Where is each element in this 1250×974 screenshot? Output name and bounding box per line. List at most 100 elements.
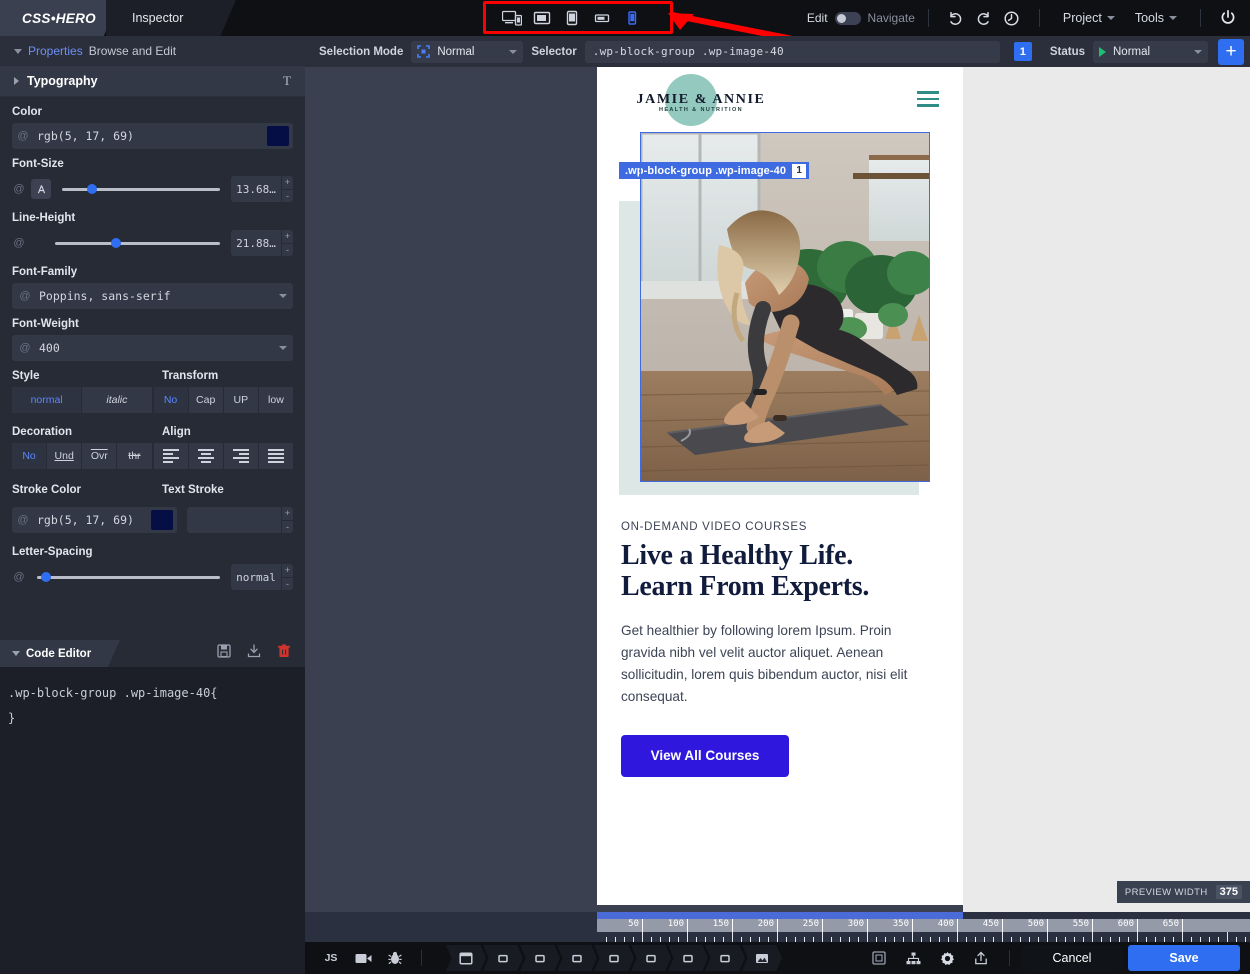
letter-spacing-stepper[interactable]: normal + - [231, 564, 293, 590]
color-input-row[interactable]: @ rgb(5, 17, 69) [12, 123, 293, 149]
spin-down-button[interactable]: - [281, 189, 293, 202]
text-stroke-spin-buttons[interactable]: + - [281, 507, 293, 533]
color-swatch[interactable] [267, 126, 289, 146]
js-console-button[interactable]: JS [315, 945, 347, 971]
align-option-left[interactable] [153, 443, 189, 469]
site-menu-button[interactable] [917, 91, 939, 111]
device-tablet-portrait-button[interactable] [558, 5, 586, 31]
tab-inspector[interactable]: Inspector [106, 0, 236, 36]
code-import-button[interactable] [247, 644, 261, 663]
line-height-slider[interactable] [55, 238, 220, 248]
state-at-icon[interactable]: @ [18, 342, 32, 354]
ruler-active-range[interactable] [597, 912, 963, 919]
hero-image[interactable] [641, 133, 929, 481]
dom-breadcrumb-item[interactable] [742, 945, 782, 971]
device-tablet-landscape-button[interactable] [528, 5, 556, 31]
spin-down-button[interactable]: - [281, 577, 293, 590]
font-size-unit-button[interactable] [31, 179, 51, 199]
align-option-justify[interactable] [258, 443, 293, 469]
spin-up-button[interactable]: + [281, 176, 293, 190]
save-button[interactable]: Save [1128, 945, 1240, 971]
font-size-spin-buttons[interactable]: + - [281, 176, 293, 202]
spin-down-button[interactable]: - [281, 243, 293, 256]
transform-option-lowercase[interactable]: low [258, 387, 293, 413]
slider-knob[interactable] [40, 572, 51, 582]
style-option-italic[interactable]: italic [82, 387, 152, 413]
state-at-icon[interactable]: @ [12, 571, 26, 583]
transform-option-none[interactable]: No [153, 387, 189, 413]
spin-up-button[interactable]: + [281, 564, 293, 578]
code-editor-tab[interactable]: Code Editor [0, 640, 120, 667]
stroke-color-swatch[interactable] [151, 510, 173, 530]
stroke-color-input-row[interactable]: @ rgb(5, 17, 69) [12, 507, 177, 533]
site-logo[interactable]: JAMIE & ANNIE HEALTH & NUTRITION [621, 74, 781, 126]
add-rule-button[interactable]: + [1218, 38, 1244, 65]
style-option-normal[interactable]: normal [12, 387, 83, 413]
status-dropdown[interactable]: Normal [1093, 40, 1208, 63]
align-option-center[interactable] [188, 443, 224, 469]
dom-breadcrumb-item[interactable] [594, 945, 634, 971]
state-at-icon[interactable]: @ [16, 130, 30, 142]
slider-knob[interactable] [87, 184, 98, 194]
font-family-dropdown[interactable]: @ Poppins, sans-serif [12, 283, 293, 309]
text-stroke-value[interactable] [187, 507, 281, 533]
selection-mode-dropdown[interactable]: Normal [411, 40, 524, 63]
device-mobile-portrait-button[interactable] [618, 5, 646, 31]
device-desktop-button[interactable] [498, 5, 526, 31]
responsive-width-ruler[interactable]: 50 100 150 200 250 300 350 400 450 500 550 600 650 [305, 912, 1250, 942]
properties-breadcrumb[interactable]: Properties Browse and Edit [0, 36, 305, 66]
video-button[interactable] [347, 945, 379, 971]
letter-spacing-slider[interactable] [37, 572, 220, 582]
sitemap-button[interactable] [897, 945, 929, 971]
view-all-courses-button[interactable]: View All Courses [621, 734, 789, 777]
selector-input[interactable]: .wp-block-group .wp-image-40 [584, 40, 1000, 63]
letter-spacing-spin-buttons[interactable]: + - [281, 564, 293, 590]
code-save-button[interactable] [217, 644, 231, 663]
dom-breadcrumb-item[interactable] [520, 945, 560, 971]
bug-report-button[interactable] [379, 945, 411, 971]
line-height-stepper[interactable]: 21.88… + - [231, 230, 293, 256]
spin-up-button[interactable]: + [281, 507, 293, 521]
align-option-right[interactable] [223, 443, 259, 469]
dom-breadcrumb-item[interactable] [483, 945, 523, 971]
code-delete-button[interactable] [277, 644, 291, 663]
decoration-option-overline[interactable]: Ovr [82, 443, 118, 469]
dom-breadcrumb-item[interactable] [631, 945, 671, 971]
spin-down-button[interactable]: - [281, 520, 293, 533]
export-button[interactable] [965, 945, 997, 971]
cancel-button[interactable]: Cancel [1022, 945, 1122, 971]
slider-knob[interactable] [111, 238, 122, 248]
decoration-option-linethrough[interactable]: thr [117, 443, 152, 469]
text-stroke-stepper[interactable]: + - [187, 507, 293, 533]
ruler-track[interactable] [597, 919, 1250, 932]
undo-button[interactable] [942, 4, 970, 32]
device-mobile-landscape-button[interactable] [588, 5, 616, 31]
project-menu[interactable]: Project [1063, 11, 1115, 25]
decoration-option-underline[interactable]: Und [47, 443, 83, 469]
redo-button[interactable] [970, 4, 998, 32]
transform-option-uppercase[interactable]: UP [223, 387, 259, 413]
typography-section-header[interactable]: Typography T [0, 66, 305, 97]
dom-breadcrumb-item[interactable] [668, 945, 708, 971]
line-height-value[interactable]: 21.88… [231, 230, 281, 256]
edit-navigate-toggle[interactable] [834, 11, 861, 25]
state-at-icon[interactable]: @ [12, 237, 26, 249]
font-size-value[interactable]: 13.68… [231, 176, 281, 202]
font-size-stepper[interactable]: 13.68… + - [231, 176, 293, 202]
state-at-icon[interactable]: @ [16, 514, 30, 526]
power-button[interactable] [1214, 4, 1242, 32]
dom-breadcrumb-item[interactable] [705, 945, 745, 971]
tools-menu[interactable]: Tools [1135, 11, 1177, 25]
line-height-spin-buttons[interactable]: + - [281, 230, 293, 256]
dom-breadcrumb-item[interactable] [446, 945, 486, 971]
decoration-option-none[interactable]: No [12, 443, 48, 469]
settings-button[interactable] [931, 945, 963, 971]
transform-option-capitalize[interactable]: Cap [188, 387, 224, 413]
state-at-icon[interactable]: @ [18, 290, 32, 302]
site-preview-viewport[interactable]: JAMIE & ANNIE HEALTH & NUTRITION .wp-blo… [597, 67, 963, 905]
font-size-slider[interactable] [62, 184, 220, 194]
spin-up-button[interactable]: + [281, 230, 293, 244]
history-button[interactable] [998, 4, 1026, 32]
responsive-button[interactable] [863, 945, 895, 971]
code-editor-body[interactable]: .wp-block-group .wp-image-40{ } [0, 667, 305, 974]
